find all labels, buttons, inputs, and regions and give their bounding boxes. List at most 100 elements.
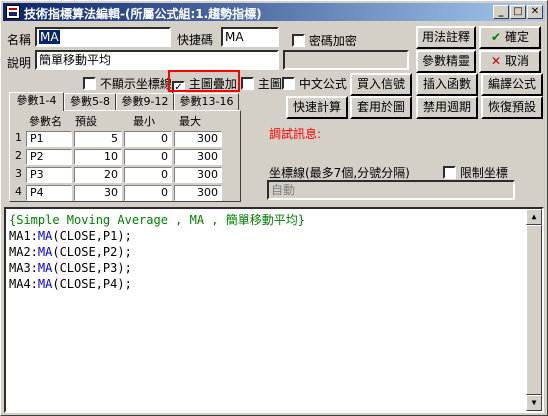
password-checkbox[interactable] bbox=[292, 34, 305, 47]
param-default-cell[interactable]: 20 bbox=[74, 167, 122, 183]
tab-params-9-12[interactable]: 參數9-12 bbox=[116, 93, 174, 110]
param-default-cell[interactable]: 30 bbox=[74, 185, 122, 201]
close-button[interactable]: ✕ bbox=[527, 5, 543, 19]
hide-axis-option[interactable]: 不顯示坐標線 bbox=[83, 75, 172, 92]
maximize-button[interactable]: □ bbox=[510, 5, 526, 19]
vertical-scrollbar[interactable]: ▲ ▼ bbox=[526, 209, 542, 411]
code-args: (CLOSE,P3); bbox=[52, 261, 132, 275]
param-max-cell[interactable]: 300 bbox=[174, 167, 222, 183]
tab-params-13-16[interactable]: 參數13-16 bbox=[174, 93, 239, 110]
scroll-thumb[interactable] bbox=[526, 225, 542, 395]
hide-axis-label: 不顯示坐標線 bbox=[99, 77, 172, 91]
param-max-cell[interactable]: 300 bbox=[174, 131, 222, 147]
param-table-header: 最大 bbox=[179, 115, 201, 128]
code-line: MA4:MA(CLOSE,P4); bbox=[9, 276, 523, 292]
insert-function-button[interactable]: 插入函數 bbox=[416, 73, 478, 96]
name-label: 名稱 bbox=[7, 33, 32, 47]
param-min-cell[interactable]: 0 bbox=[124, 131, 172, 147]
apply-chart-button[interactable]: 套用於圖 bbox=[350, 96, 412, 119]
desc-input[interactable]: 簡單移動平均 bbox=[35, 50, 279, 70]
code-var: MA4: bbox=[9, 277, 38, 291]
param-name-cell[interactable]: P3 bbox=[26, 167, 72, 183]
limit-axis-checkbox[interactable] bbox=[443, 166, 456, 179]
main-chart-checkbox[interactable] bbox=[241, 77, 254, 90]
main-chart-option[interactable]: 主圖 bbox=[241, 75, 282, 92]
cancel-label: 取消 bbox=[505, 54, 530, 68]
tab-params-5-8[interactable]: 參數5-8 bbox=[64, 93, 116, 110]
code-args: (CLOSE,P1); bbox=[52, 229, 132, 243]
compile-button[interactable]: 編譯公式 bbox=[481, 73, 543, 96]
code-args: (CLOSE,P4); bbox=[52, 277, 132, 291]
chinese-formula-label: 中文公式 bbox=[298, 77, 347, 91]
limit-axis-option[interactable]: 限制坐標 bbox=[443, 164, 508, 181]
code-comment-line: {Simple Moving Average , MA , 簡單移動平均} bbox=[9, 213, 305, 227]
shortcut-label: 快捷碼 bbox=[177, 33, 214, 47]
param-min-cell[interactable]: 0 bbox=[124, 185, 172, 201]
row-index: 3 bbox=[15, 167, 22, 180]
cancel-button[interactable]: ✕ 取消 bbox=[479, 50, 541, 73]
code-var: MA1: bbox=[9, 229, 38, 243]
code-function: MA bbox=[37, 229, 53, 243]
name-value: MA bbox=[39, 30, 60, 44]
row-index: 2 bbox=[15, 149, 22, 162]
disable-period-button[interactable]: 禁用週期 bbox=[416, 96, 478, 119]
code-var: MA3: bbox=[9, 261, 38, 275]
debug-label: 調試訊息: bbox=[269, 127, 322, 141]
title-bar[interactable]: 技術指標算法編輯-(所屬公式組:1.趨勢指標) _ □ ✕ bbox=[3, 3, 545, 21]
shortcut-value: MA bbox=[225, 30, 244, 44]
param-name-cell[interactable]: P2 bbox=[26, 149, 72, 165]
code-function: MA bbox=[37, 245, 53, 259]
name-input[interactable]: MA bbox=[35, 27, 171, 47]
param-min-cell[interactable]: 0 bbox=[124, 149, 172, 165]
formula-editor-window: 技術指標算法編輯-(所屬公式組:1.趨勢指標) _ □ ✕ 名稱 MA 快捷碼 … bbox=[0, 0, 548, 416]
axis-input[interactable]: 自動 bbox=[267, 180, 515, 200]
tab-params-1-4[interactable]: 參數1-4 bbox=[9, 92, 64, 111]
param-name-cell[interactable]: P4 bbox=[26, 185, 72, 201]
code-area[interactable]: {Simple Moving Average , MA , 簡單移動平均} MA… bbox=[9, 212, 523, 292]
password-option[interactable]: 密碼加密 bbox=[292, 32, 357, 49]
code-line: MA1:MA(CLOSE,P1); bbox=[9, 228, 523, 244]
param-table-header: 參數名 bbox=[29, 115, 62, 128]
scroll-up-arrow-icon[interactable]: ▲ bbox=[526, 209, 542, 225]
param-panel: 參數名 預設 最小 最大 1 P1 5 0 300 2 P2 10 0 300 … bbox=[9, 110, 241, 202]
shortcut-input[interactable]: MA bbox=[221, 27, 279, 47]
row-index: 4 bbox=[15, 185, 22, 198]
code-editor[interactable]: {Simple Moving Average , MA , 簡單移動平均} MA… bbox=[4, 207, 544, 413]
desc-extra-input bbox=[283, 50, 409, 70]
window-title: 技術指標算法編輯-(所屬公式組:1.趨勢指標) bbox=[24, 7, 262, 21]
limit-axis-label: 限制坐標 bbox=[459, 166, 508, 180]
param-default-cell[interactable]: 5 bbox=[74, 131, 122, 147]
quick-calc-button[interactable]: 快速計算 bbox=[286, 96, 348, 119]
param-default-cell[interactable]: 10 bbox=[74, 149, 122, 165]
code-function: MA bbox=[37, 261, 53, 275]
code-function: MA bbox=[37, 277, 53, 291]
buy-sell-button[interactable]: 買入信號 bbox=[350, 73, 412, 96]
code-line: MA2:MA(CLOSE,P2); bbox=[9, 244, 523, 260]
param-name-cell[interactable]: P1 bbox=[26, 131, 72, 147]
param-min-cell[interactable]: 0 bbox=[124, 167, 172, 183]
param-table-header: 預設 bbox=[75, 115, 97, 128]
axis-value: 自動 bbox=[271, 183, 296, 197]
usage-notes-button[interactable]: 用法註釋 bbox=[416, 26, 476, 49]
ok-button[interactable]: ✔ 確定 bbox=[479, 26, 541, 49]
desc-label: 說明 bbox=[7, 56, 32, 70]
cross-icon: ✕ bbox=[490, 54, 502, 68]
main-chart-label: 主圖 bbox=[257, 77, 282, 91]
minimize-button[interactable]: _ bbox=[493, 5, 509, 19]
param-wizard-button[interactable]: 參數精靈 bbox=[416, 50, 476, 73]
code-args: (CLOSE,P2); bbox=[52, 245, 132, 259]
code-var: MA2: bbox=[9, 245, 38, 259]
ok-label: 確定 bbox=[505, 30, 530, 44]
app-icon bbox=[6, 5, 20, 19]
desc-value: 簡單移動平均 bbox=[39, 53, 112, 67]
chinese-formula-option[interactable]: 中文公式 bbox=[282, 75, 347, 92]
param-max-cell[interactable]: 300 bbox=[174, 149, 222, 165]
param-max-cell[interactable]: 300 bbox=[174, 185, 222, 201]
axis-label: 坐標線(最多7個,分號分隔) bbox=[269, 166, 410, 180]
chinese-formula-checkbox[interactable] bbox=[282, 77, 295, 90]
scroll-down-arrow-icon[interactable]: ▼ bbox=[526, 395, 542, 411]
row-index: 1 bbox=[15, 131, 22, 144]
restore-default-button[interactable]: 恢復預設 bbox=[481, 96, 543, 119]
code-line: MA3:MA(CLOSE,P3); bbox=[9, 260, 523, 276]
hide-axis-checkbox[interactable] bbox=[83, 77, 96, 90]
